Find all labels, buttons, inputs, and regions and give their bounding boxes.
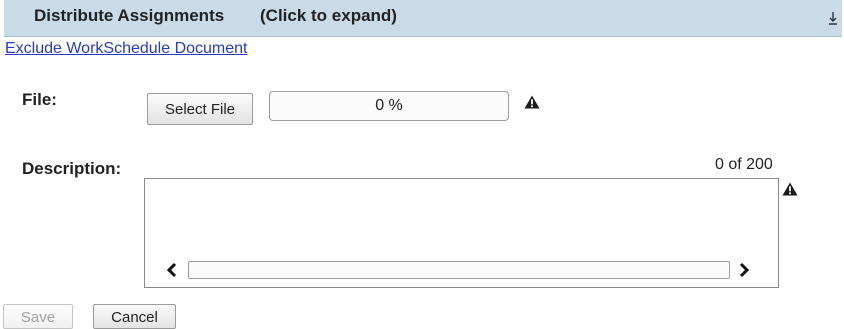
warning-triangle-icon — [782, 182, 798, 196]
description-label: Description: — [22, 159, 122, 178]
section-header[interactable]: Distribute Assignments (Click to expand) — [4, 0, 842, 37]
warning-triangle-icon — [524, 95, 540, 109]
scroll-right-icon[interactable] — [737, 262, 751, 278]
cancel-button[interactable]: Cancel — [93, 304, 176, 329]
exclude-workschedule-link[interactable]: Exclude WorkSchedule Document — [5, 40, 248, 58]
file-label: File: — [22, 90, 57, 109]
select-file-button[interactable]: Select File — [147, 93, 253, 125]
upload-progress-text: 0 % — [375, 97, 403, 114]
character-counter: 0 of 200 — [715, 156, 773, 173]
scroll-left-icon[interactable] — [165, 262, 179, 278]
upload-progress-bar: 0 % — [269, 91, 509, 121]
expand-hint: (Click to expand) — [260, 6, 397, 25]
horizontal-scrollbar[interactable] — [188, 261, 730, 279]
section-title: Distribute Assignments — [34, 6, 225, 25]
expand-down-icon[interactable] — [828, 11, 838, 25]
save-button[interactable]: Save — [3, 304, 73, 329]
